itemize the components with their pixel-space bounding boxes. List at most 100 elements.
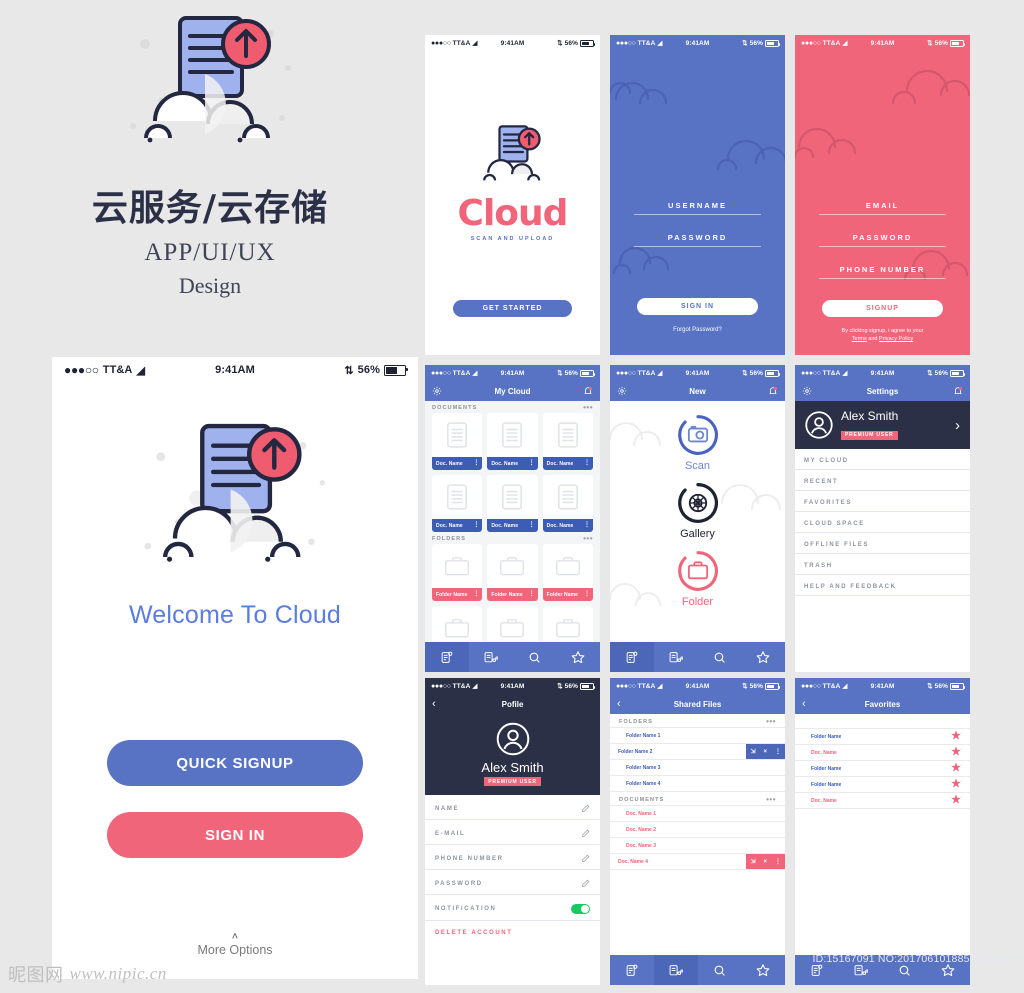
gear-icon[interactable] xyxy=(617,386,627,396)
list-item[interactable]: Folder Name ★ xyxy=(795,729,970,745)
profile-field-email[interactable]: E-MAIL xyxy=(425,820,600,845)
document-card[interactable]: Doc. Name ⋮ xyxy=(487,475,538,532)
share-icon[interactable]: ⇲ xyxy=(746,748,759,755)
tab-my-cloud[interactable] xyxy=(425,642,469,672)
profile-field-password[interactable]: PASSWORD xyxy=(425,870,600,895)
chevron-right-icon[interactable]: › xyxy=(955,417,960,434)
kebab-menu-icon[interactable]: ⋮ xyxy=(473,522,479,528)
folder-card[interactable]: Folder Name ⋮ xyxy=(542,544,593,601)
forgot-password-link[interactable]: Forgot Password? xyxy=(610,327,785,333)
list-item[interactable]: Folder Name 3 xyxy=(610,760,785,776)
terms-link[interactable]: Terms xyxy=(852,336,867,342)
close-icon[interactable]: × xyxy=(759,749,771,755)
password-field[interactable]: PASSWORD xyxy=(634,233,761,247)
list-item[interactable]: Folder Name 2 ⇲ × ⋮ xyxy=(610,744,785,760)
list-item[interactable]: Doc. Name 3 xyxy=(610,838,785,854)
settings-item-favorites[interactable]: FAVORITES xyxy=(795,491,970,512)
document-card[interactable]: Doc. Name ⋮ xyxy=(542,413,593,470)
username-field[interactable]: USERNAME xyxy=(634,201,761,215)
notification-toggle[interactable] xyxy=(571,904,590,914)
list-item[interactable]: Folder Name ★ xyxy=(795,777,970,793)
chevron-left-icon[interactable]: ‹ xyxy=(802,698,806,710)
new-option-gallery[interactable]: Gallery xyxy=(676,481,720,540)
star-icon[interactable]: ★ xyxy=(951,747,961,758)
tab-my-cloud[interactable] xyxy=(610,642,654,672)
list-item[interactable]: Doc. Name 4 ⇲ × ⋮ xyxy=(610,854,785,870)
document-card[interactable]: Doc. Name ⋮ xyxy=(432,475,483,532)
document-card[interactable]: Doc. Name ⋮ xyxy=(487,413,538,470)
tab-favorites[interactable] xyxy=(556,642,600,672)
edit-pencil-icon[interactable] xyxy=(581,804,590,813)
list-item[interactable]: Folder Name 1 xyxy=(610,728,785,744)
more-options-button[interactable]: ˄ More Options xyxy=(52,932,418,958)
list-item[interactable]: Folder Name 4 xyxy=(610,776,785,792)
delete-account-button[interactable]: DELETE ACCOUNT xyxy=(425,921,600,942)
get-started-button[interactable]: GET STARTED xyxy=(453,300,572,317)
more-options-icon[interactable]: ••• xyxy=(766,718,776,726)
settings-item-cloud-space[interactable]: CLOUD SPACE xyxy=(795,512,970,533)
settings-profile-row[interactable]: Alex Smith PREMIUM USER › xyxy=(795,401,970,449)
folder-card[interactable]: Folder Name ⋮ xyxy=(487,544,538,601)
folder-card[interactable]: Folder Name ⋮ xyxy=(432,544,483,601)
tab-search[interactable] xyxy=(698,955,742,985)
tab-shared-files[interactable] xyxy=(653,955,698,985)
kebab-menu-icon[interactable]: ⋮ xyxy=(529,522,535,528)
document-card[interactable]: Doc. Name ⋮ xyxy=(432,413,483,470)
edit-pencil-icon[interactable] xyxy=(581,879,590,888)
password-field[interactable]: PASSWORD xyxy=(819,233,946,247)
list-item[interactable]: Doc. Name ★ xyxy=(795,793,970,809)
tab-favorites[interactable] xyxy=(741,955,785,985)
chevron-left-icon[interactable]: ‹ xyxy=(432,698,436,710)
profile-field-notification[interactable]: NOTIFICATION xyxy=(425,895,600,921)
kebab-menu-icon[interactable]: ⋮ xyxy=(529,460,535,466)
quick-signup-button[interactable]: QUICK SIGNUP xyxy=(107,740,363,786)
list-item[interactable]: Folder Name ★ xyxy=(795,761,970,777)
signup-button[interactable]: SIGNUP xyxy=(822,300,943,317)
signin-button[interactable]: SIGN IN xyxy=(637,298,758,315)
profile-field-name[interactable]: NAME xyxy=(425,795,600,820)
more-options-icon[interactable]: ••• xyxy=(583,535,593,543)
more-options-icon[interactable]: ••• xyxy=(583,404,593,412)
tab-shared-files[interactable] xyxy=(654,642,698,672)
kebab-menu-icon[interactable]: ⋮ xyxy=(771,858,785,865)
privacy-policy-link[interactable]: Privacy Policy xyxy=(879,336,913,342)
kebab-menu-icon[interactable]: ⋮ xyxy=(771,748,785,755)
gear-icon[interactable] xyxy=(802,386,812,396)
star-icon[interactable]: ★ xyxy=(951,731,961,742)
list-item[interactable]: Doc. Name ★ xyxy=(795,745,970,761)
kebab-menu-icon[interactable]: ⋮ xyxy=(473,460,479,466)
star-icon[interactable]: ★ xyxy=(951,779,961,790)
gear-icon[interactable] xyxy=(432,386,442,396)
bell-alert-icon[interactable] xyxy=(583,386,593,396)
kebab-menu-icon[interactable]: ⋮ xyxy=(584,591,590,597)
bell-alert-icon[interactable] xyxy=(953,386,963,396)
more-options-icon[interactable]: ••• xyxy=(766,796,776,804)
list-item[interactable]: Doc. Name 2 xyxy=(610,822,785,838)
settings-item-offline-files[interactable]: OFFLINE FILES xyxy=(795,533,970,554)
star-icon[interactable]: ★ xyxy=(951,795,961,806)
settings-item-my-cloud[interactable]: MY CLOUD xyxy=(795,449,970,470)
star-icon[interactable]: ★ xyxy=(951,763,961,774)
kebab-menu-icon[interactable]: ⋮ xyxy=(529,591,535,597)
kebab-menu-icon[interactable]: ⋮ xyxy=(584,460,590,466)
edit-pencil-icon[interactable] xyxy=(581,854,590,863)
settings-item-help-and-feedback[interactable]: HELP AND FEEDBACK xyxy=(795,575,970,596)
share-icon[interactable]: ⇲ xyxy=(746,858,759,865)
chevron-left-icon[interactable]: ‹ xyxy=(617,698,621,710)
kebab-menu-icon[interactable]: ⋮ xyxy=(473,591,479,597)
close-icon[interactable]: × xyxy=(759,859,771,865)
tab-favorites[interactable] xyxy=(741,642,785,672)
list-item[interactable]: Doc. Name 1 xyxy=(610,806,785,822)
profile-field-phone-number[interactable]: PHONE NUMBER xyxy=(425,845,600,870)
settings-item-trash[interactable]: TRASH xyxy=(795,554,970,575)
tab-search[interactable] xyxy=(513,642,557,672)
bell-alert-icon[interactable] xyxy=(768,386,778,396)
phone-number-field[interactable]: PHONE NUMBER xyxy=(819,265,946,279)
email-field[interactable]: EMAIL xyxy=(819,201,946,215)
welcome-signin-button[interactable]: SIGN IN xyxy=(107,812,363,858)
tab-my-cloud[interactable] xyxy=(610,955,654,985)
tab-shared-files[interactable] xyxy=(469,642,513,672)
new-option-folder[interactable]: Folder xyxy=(676,549,720,608)
settings-item-recent[interactable]: RECENT xyxy=(795,470,970,491)
document-card[interactable]: Doc. Name ⋮ xyxy=(542,475,593,532)
